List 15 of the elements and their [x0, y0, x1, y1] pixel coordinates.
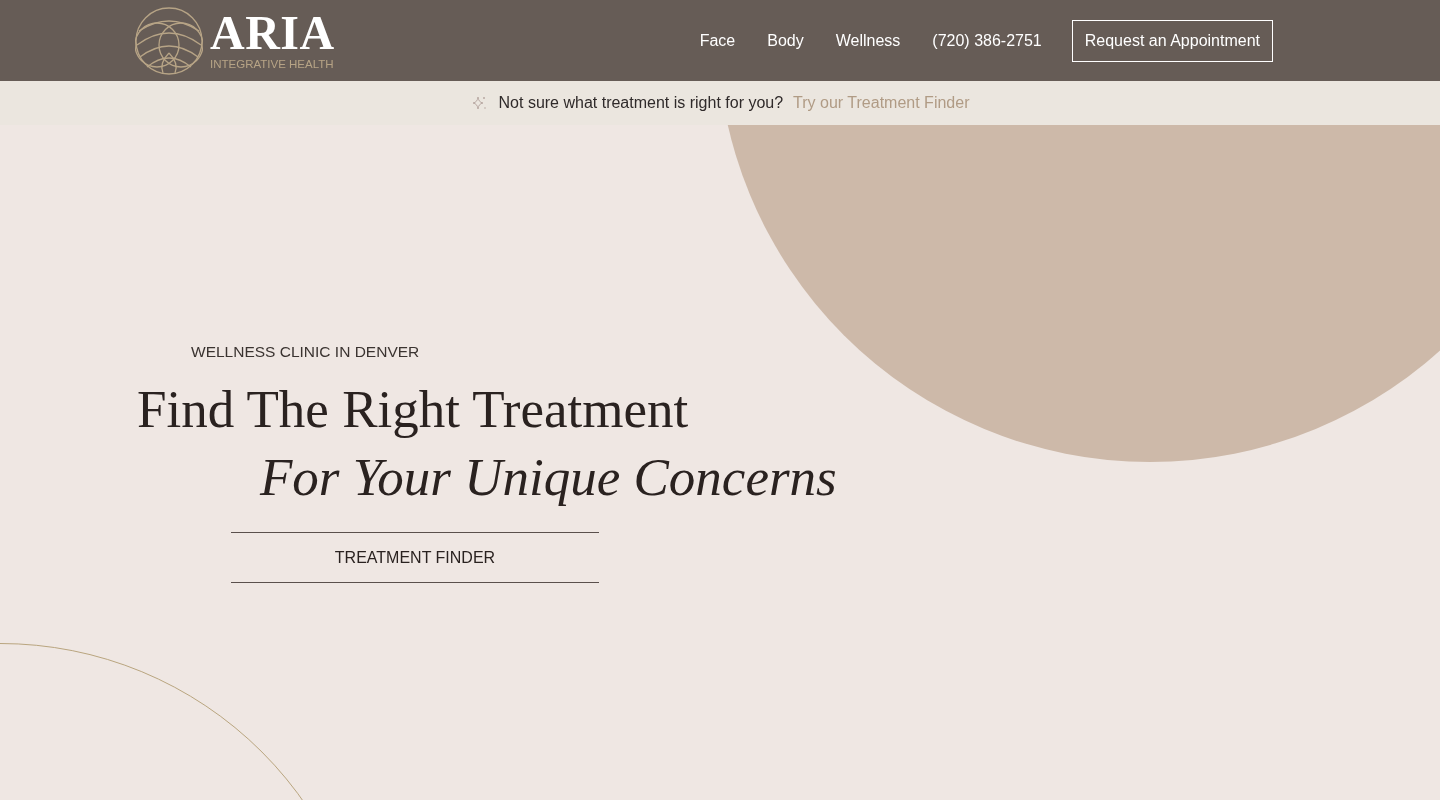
appointment-button[interactable]: Request an Appointment [1071, 19, 1273, 62]
treatment-finder-button[interactable]: TREATMENT FINDER [231, 532, 599, 583]
hero-eyebrow: WELLNESS CLINIC IN DENVER [191, 342, 420, 362]
logo-link[interactable]: ARIA INTEGRATIVE HEALTH [135, 6, 335, 75]
nav-link[interactable]: Face [699, 31, 736, 50]
logo-wordmark: ARIA [210, 10, 335, 55]
phone-link[interactable]: (720) 386-2751 [932, 31, 1042, 50]
hero-heading-italic: For Your Unique Concerns [260, 447, 837, 508]
logo-emblem-icon [135, 6, 203, 75]
nav-link[interactable]: Wellness [835, 31, 901, 50]
banner-text: Not sure what treatment is right for you? [498, 94, 784, 112]
logo-tagline: INTEGRATIVE HEALTH [210, 56, 335, 71]
hero-heading: Find The Right Treatment [137, 379, 689, 440]
nav-link[interactable]: Body [767, 31, 804, 50]
sparkle-icon [470, 95, 487, 111]
